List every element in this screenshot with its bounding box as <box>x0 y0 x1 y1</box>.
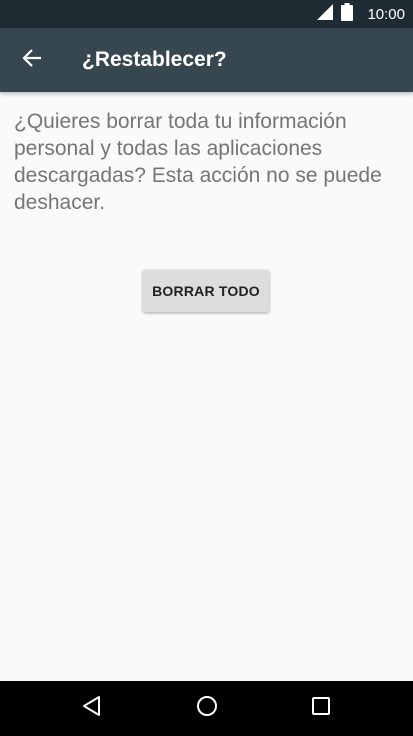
erase-all-button[interactable]: BORRAR TODO <box>143 270 269 312</box>
app-bar: ¿Restablecer? <box>0 28 413 92</box>
main-content: ¿Quieres borrar toda tu información pers… <box>0 92 413 681</box>
reset-warning-message: ¿Quieres borrar toda tu información pers… <box>14 110 382 214</box>
home-circle-icon <box>196 695 218 722</box>
back-triangle-icon <box>81 695 103 722</box>
recents-square-icon <box>311 696 331 721</box>
page-title: ¿Restablecer? <box>82 48 227 71</box>
nav-back-button[interactable] <box>62 681 122 736</box>
battery-icon <box>341 2 354 26</box>
nav-recents-button[interactable] <box>291 681 351 736</box>
navigation-bar <box>0 681 413 736</box>
status-time: 10:00 <box>367 5 405 23</box>
arrow-back-icon <box>22 48 42 73</box>
status-icons: 10:00 <box>317 0 405 28</box>
nav-home-button[interactable] <box>177 681 237 736</box>
status-bar: 10:00 <box>0 0 413 28</box>
back-button[interactable] <box>16 44 48 76</box>
signal-icon <box>317 3 334 25</box>
